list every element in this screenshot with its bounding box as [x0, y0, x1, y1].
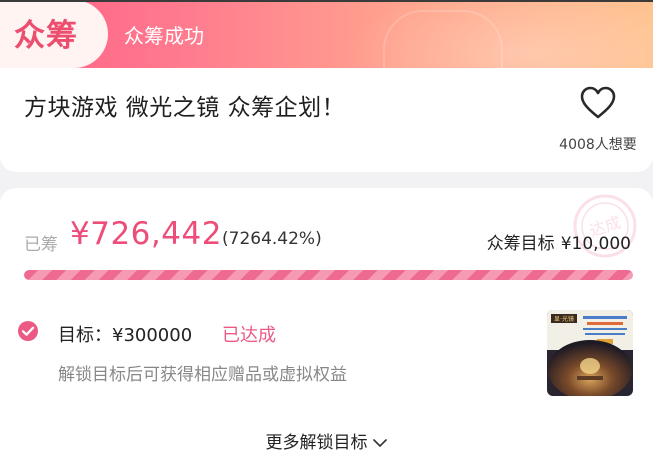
funding-progress-bar: [24, 270, 633, 280]
more-unlock-targets-label[interactable]: 更多解锁目标: [266, 433, 368, 453]
banner-arch-decoration: [383, 10, 503, 68]
unlock-target-status: 已达成: [222, 325, 276, 346]
funding-card: 达成 已筹 ¥726,442 (7264.42%) 众筹目标 ¥10,000 目标…: [0, 188, 653, 471]
want-button[interactable]: 4008人想要: [543, 86, 653, 156]
project-title-card: 方块游戏 微光之镜 众筹企划！ 4008人想要: [0, 68, 653, 172]
top-divider: [0, 0, 653, 2]
raised-percent: (7264.42%): [222, 229, 322, 249]
reward-thumbnail-label: 显·光镜: [554, 315, 574, 323]
crowdfunding-badge-text: 众筹: [14, 18, 78, 54]
check-circle-icon: [18, 321, 38, 341]
crowdfunding-badge: 众筹: [0, 0, 108, 68]
chevron-down-icon[interactable]: [372, 437, 388, 449]
unlock-target-description: 解锁目标后可获得相应赠品或虚拟权益: [58, 365, 347, 385]
funding-goal-label: 众筹目标: [486, 234, 555, 254]
header-banner: 众筹 众筹成功: [0, 0, 653, 68]
want-count: 4008人想要: [559, 137, 637, 153]
crowdfunding-status: 众筹成功: [124, 24, 204, 48]
funding-goal: 众筹目标 ¥10,000: [481, 229, 631, 254]
raised-amount: ¥726,442: [70, 216, 222, 252]
project-title: 方块游戏 微光之镜 众筹企划！: [24, 95, 346, 121]
raised-label: 已筹: [24, 235, 58, 255]
reward-thumbnail[interactable]: 显·光镜: [547, 310, 633, 396]
more-unlock-targets-button[interactable]: 更多解锁目标: [0, 428, 653, 453]
unlock-target: 目标：¥300000: [58, 325, 193, 346]
funding-goal-amount: ¥10,000: [560, 234, 631, 254]
funding-progress-fill: [24, 270, 633, 280]
heart-icon[interactable]: [580, 86, 616, 120]
